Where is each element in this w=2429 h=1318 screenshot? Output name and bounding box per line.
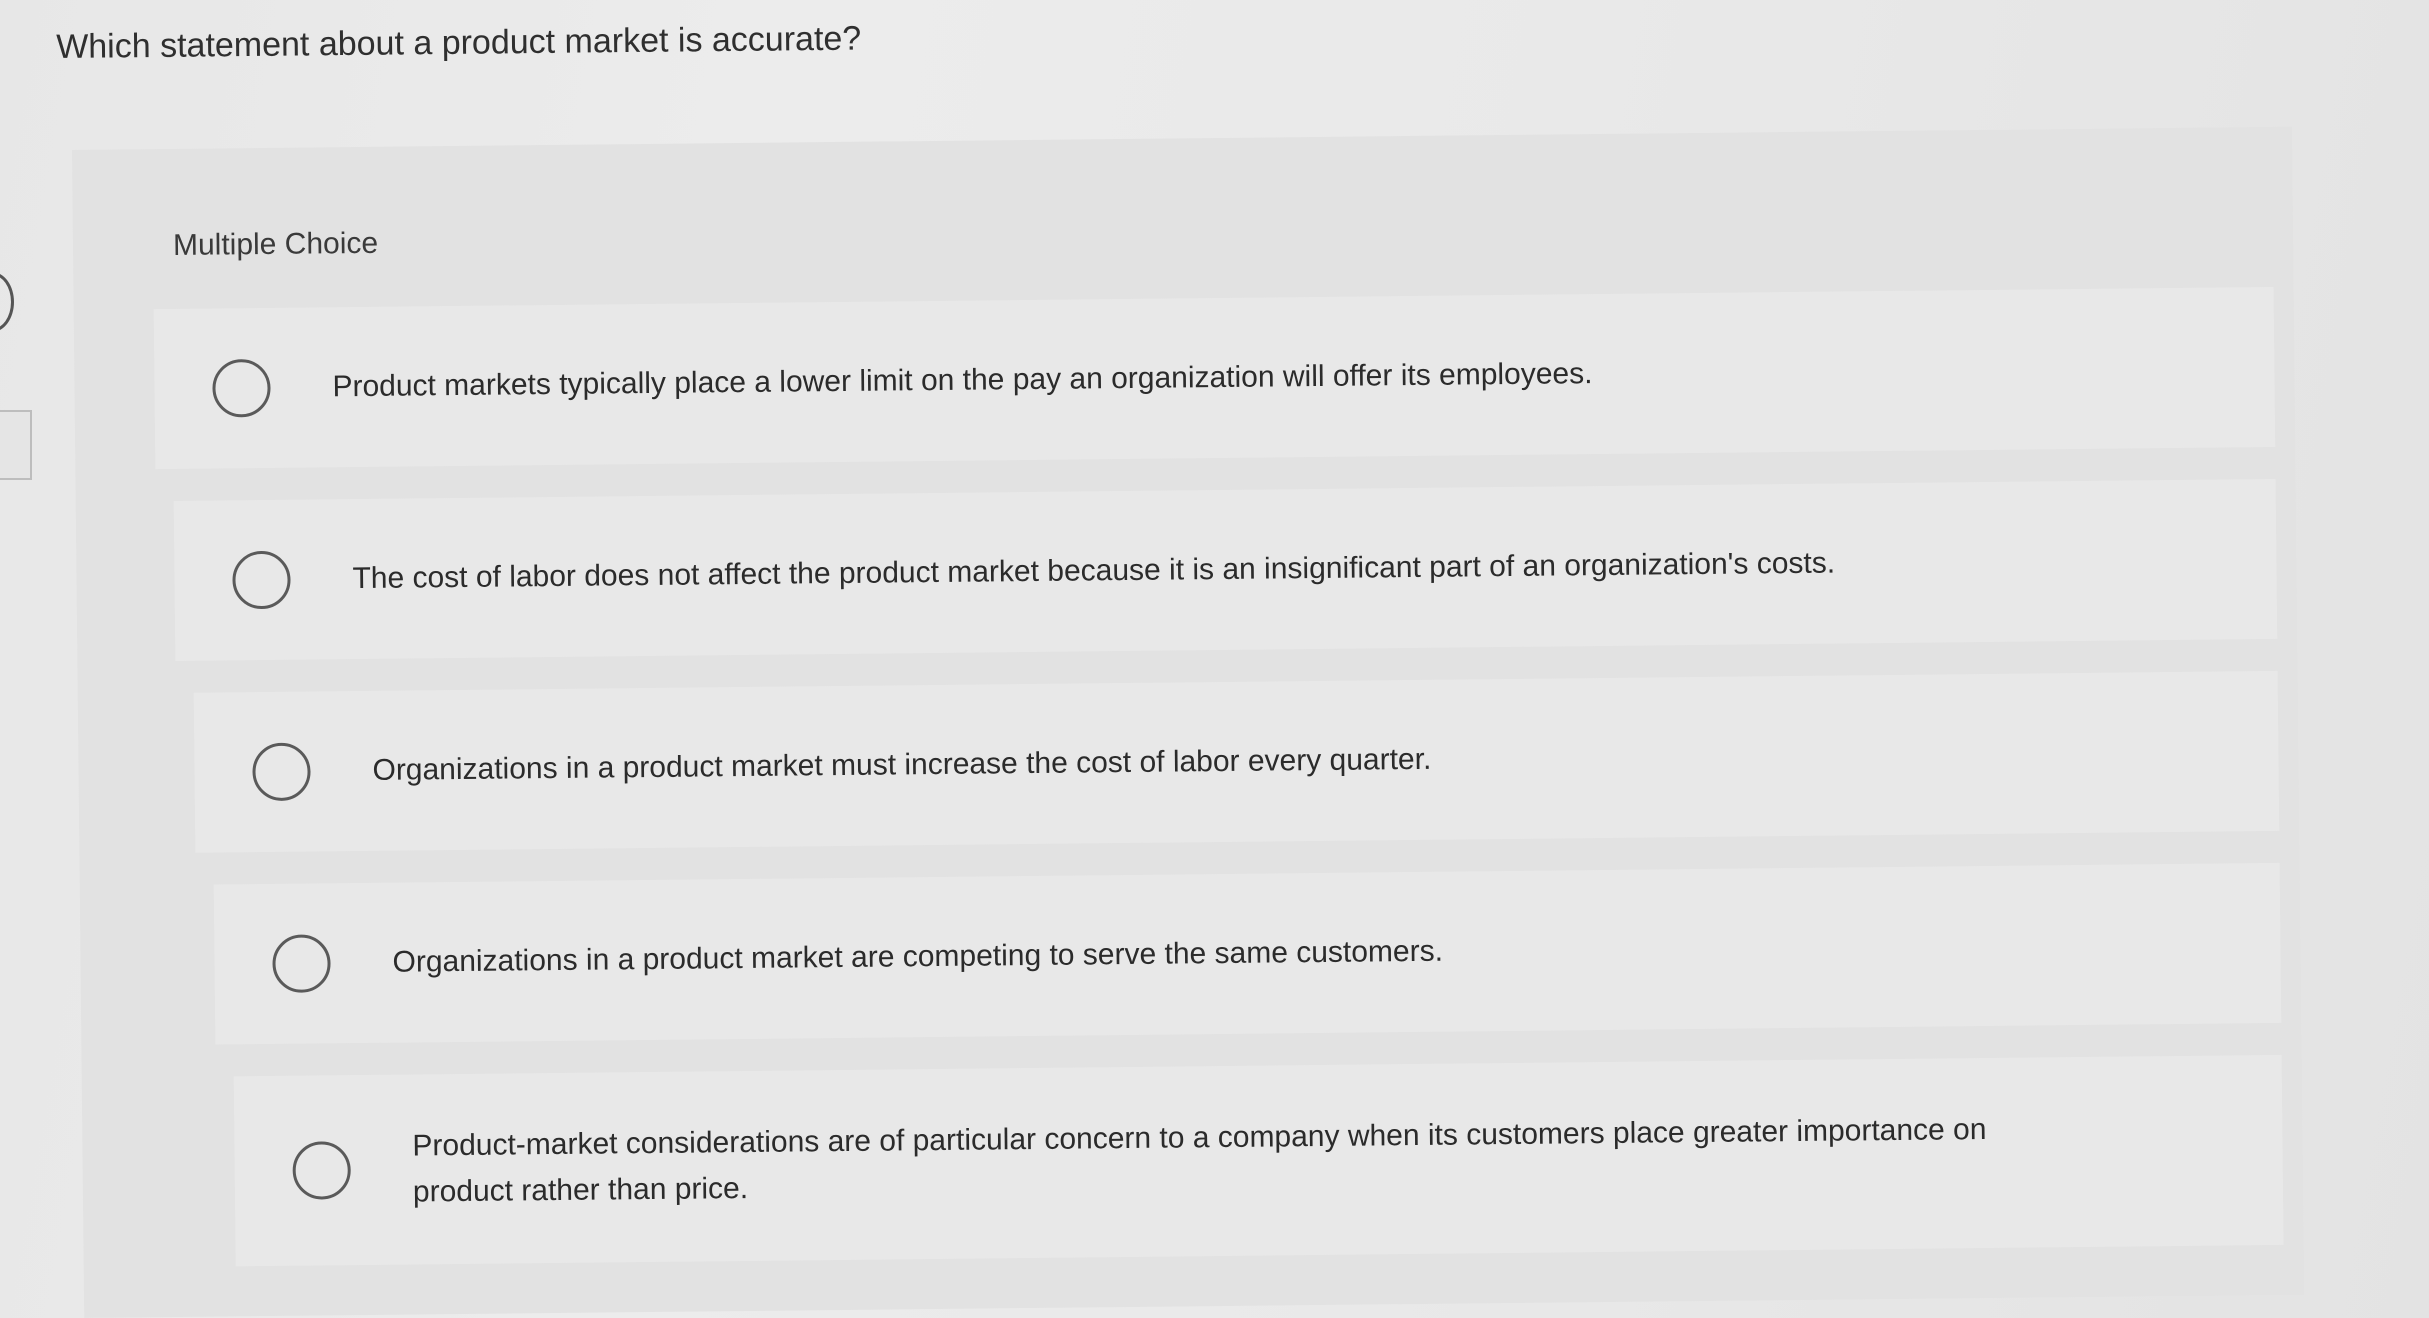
radio-button-icon[interactable]: [232, 550, 291, 610]
answer-option-2[interactable]: The cost of labor does not affect the pr…: [173, 478, 2278, 661]
answer-option-3[interactable]: Organizations in a product market must i…: [193, 670, 2280, 853]
answer-option-text: Organizations in a product market are co…: [392, 934, 1444, 979]
radio-button-icon[interactable]: [252, 742, 311, 802]
answer-options: Product markets typically place a lower …: [153, 286, 2284, 1299]
partial-side-tab: [0, 410, 32, 480]
multiple-choice-panel: Multiple Choice Product markets typicall…: [72, 126, 2305, 1318]
question-type-label: Multiple Choice: [172, 226, 379, 262]
radio-button-icon[interactable]: [272, 934, 331, 993]
answer-option-1[interactable]: Product markets typically place a lower …: [153, 286, 2276, 470]
answer-option-text: The cost of labor does not affect the pr…: [352, 546, 1836, 596]
answer-option-text: Organizations in a product market must i…: [372, 742, 1432, 787]
partial-radio-icon: [0, 272, 14, 332]
radio-button-icon[interactable]: [212, 358, 271, 418]
answer-option-5[interactable]: Product-market considerations are of par…: [233, 1054, 2284, 1267]
answer-option-text: Product markets typically place a lower …: [332, 357, 1593, 404]
question-text: Which statement about a product market i…: [56, 19, 862, 66]
answer-option-text: Product-market considerations are of par…: [412, 1113, 1987, 1209]
quiz-page: Which statement about a product market i…: [0, 0, 2429, 1318]
radio-button-icon[interactable]: [292, 1141, 352, 1200]
answer-option-4[interactable]: Organizations in a product market are co…: [213, 862, 2282, 1045]
